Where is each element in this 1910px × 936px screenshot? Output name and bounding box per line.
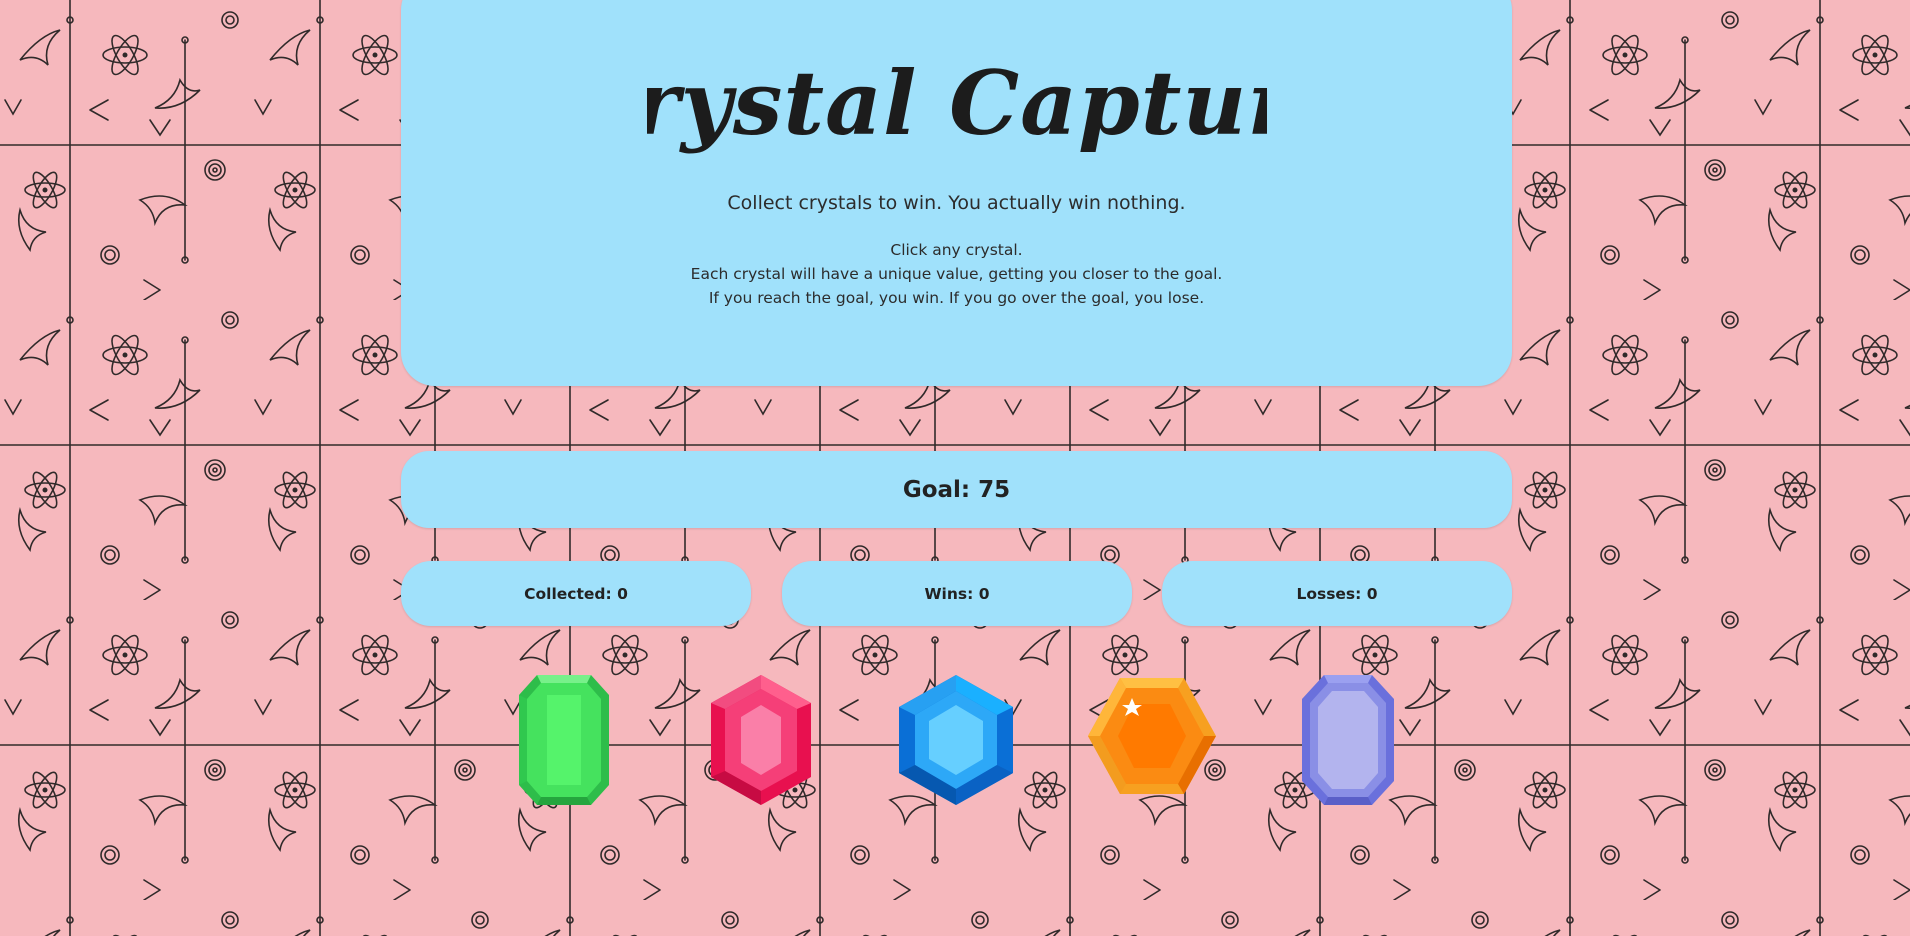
game-title-logo: Crystal Capture [647,51,1267,155]
goal-banner: Goal: 75 [401,451,1512,528]
pink-crystal[interactable] [696,672,826,808]
purple-crystal[interactable] [1283,672,1413,808]
instructions: Click any crystal. Each crystal will hav… [401,238,1512,310]
collected-text: Collected0 [524,585,628,603]
pink-crystal-icon [711,675,811,805]
collected-value: 0 [617,584,628,603]
collected-label: Collected [524,585,617,603]
losses-value: 0 [1366,584,1378,603]
game-title: Crystal Capture [401,34,1512,164]
wins-text: Wins0 [924,585,989,603]
losses-text: Losses0 [1296,585,1377,603]
instruction-line: Each crystal will have a unique value, g… [690,265,1223,283]
orange-crystal-icon [1088,678,1216,794]
tagline: Collect crystals to win. You actually wi… [727,192,1186,214]
instruction-line: Click any crystal. [890,241,1023,259]
losses-counter: Losses0 [1162,561,1512,626]
wins-value: 0 [978,584,990,603]
wins-counter: Wins0 [782,561,1132,626]
goal-label: Goal: 75 [902,476,1011,503]
green-crystal[interactable] [499,672,629,808]
collected-counter: Collected0 [401,561,751,626]
orange-crystal[interactable] [1087,672,1217,808]
blue-crystal-icon [899,675,1013,805]
blue-crystal[interactable] [891,672,1021,808]
green-crystal-icon [519,675,609,805]
instruction-line: If you reach the goal, you win. If you g… [708,289,1205,307]
purple-crystal-icon [1302,675,1394,805]
header-card: Crystal Capture Collect crystals to win.… [401,0,1512,386]
losses-label: Losses [1296,585,1366,603]
wins-label: Wins [924,585,978,603]
game-title-text: Crystal Capture [647,51,1267,155]
